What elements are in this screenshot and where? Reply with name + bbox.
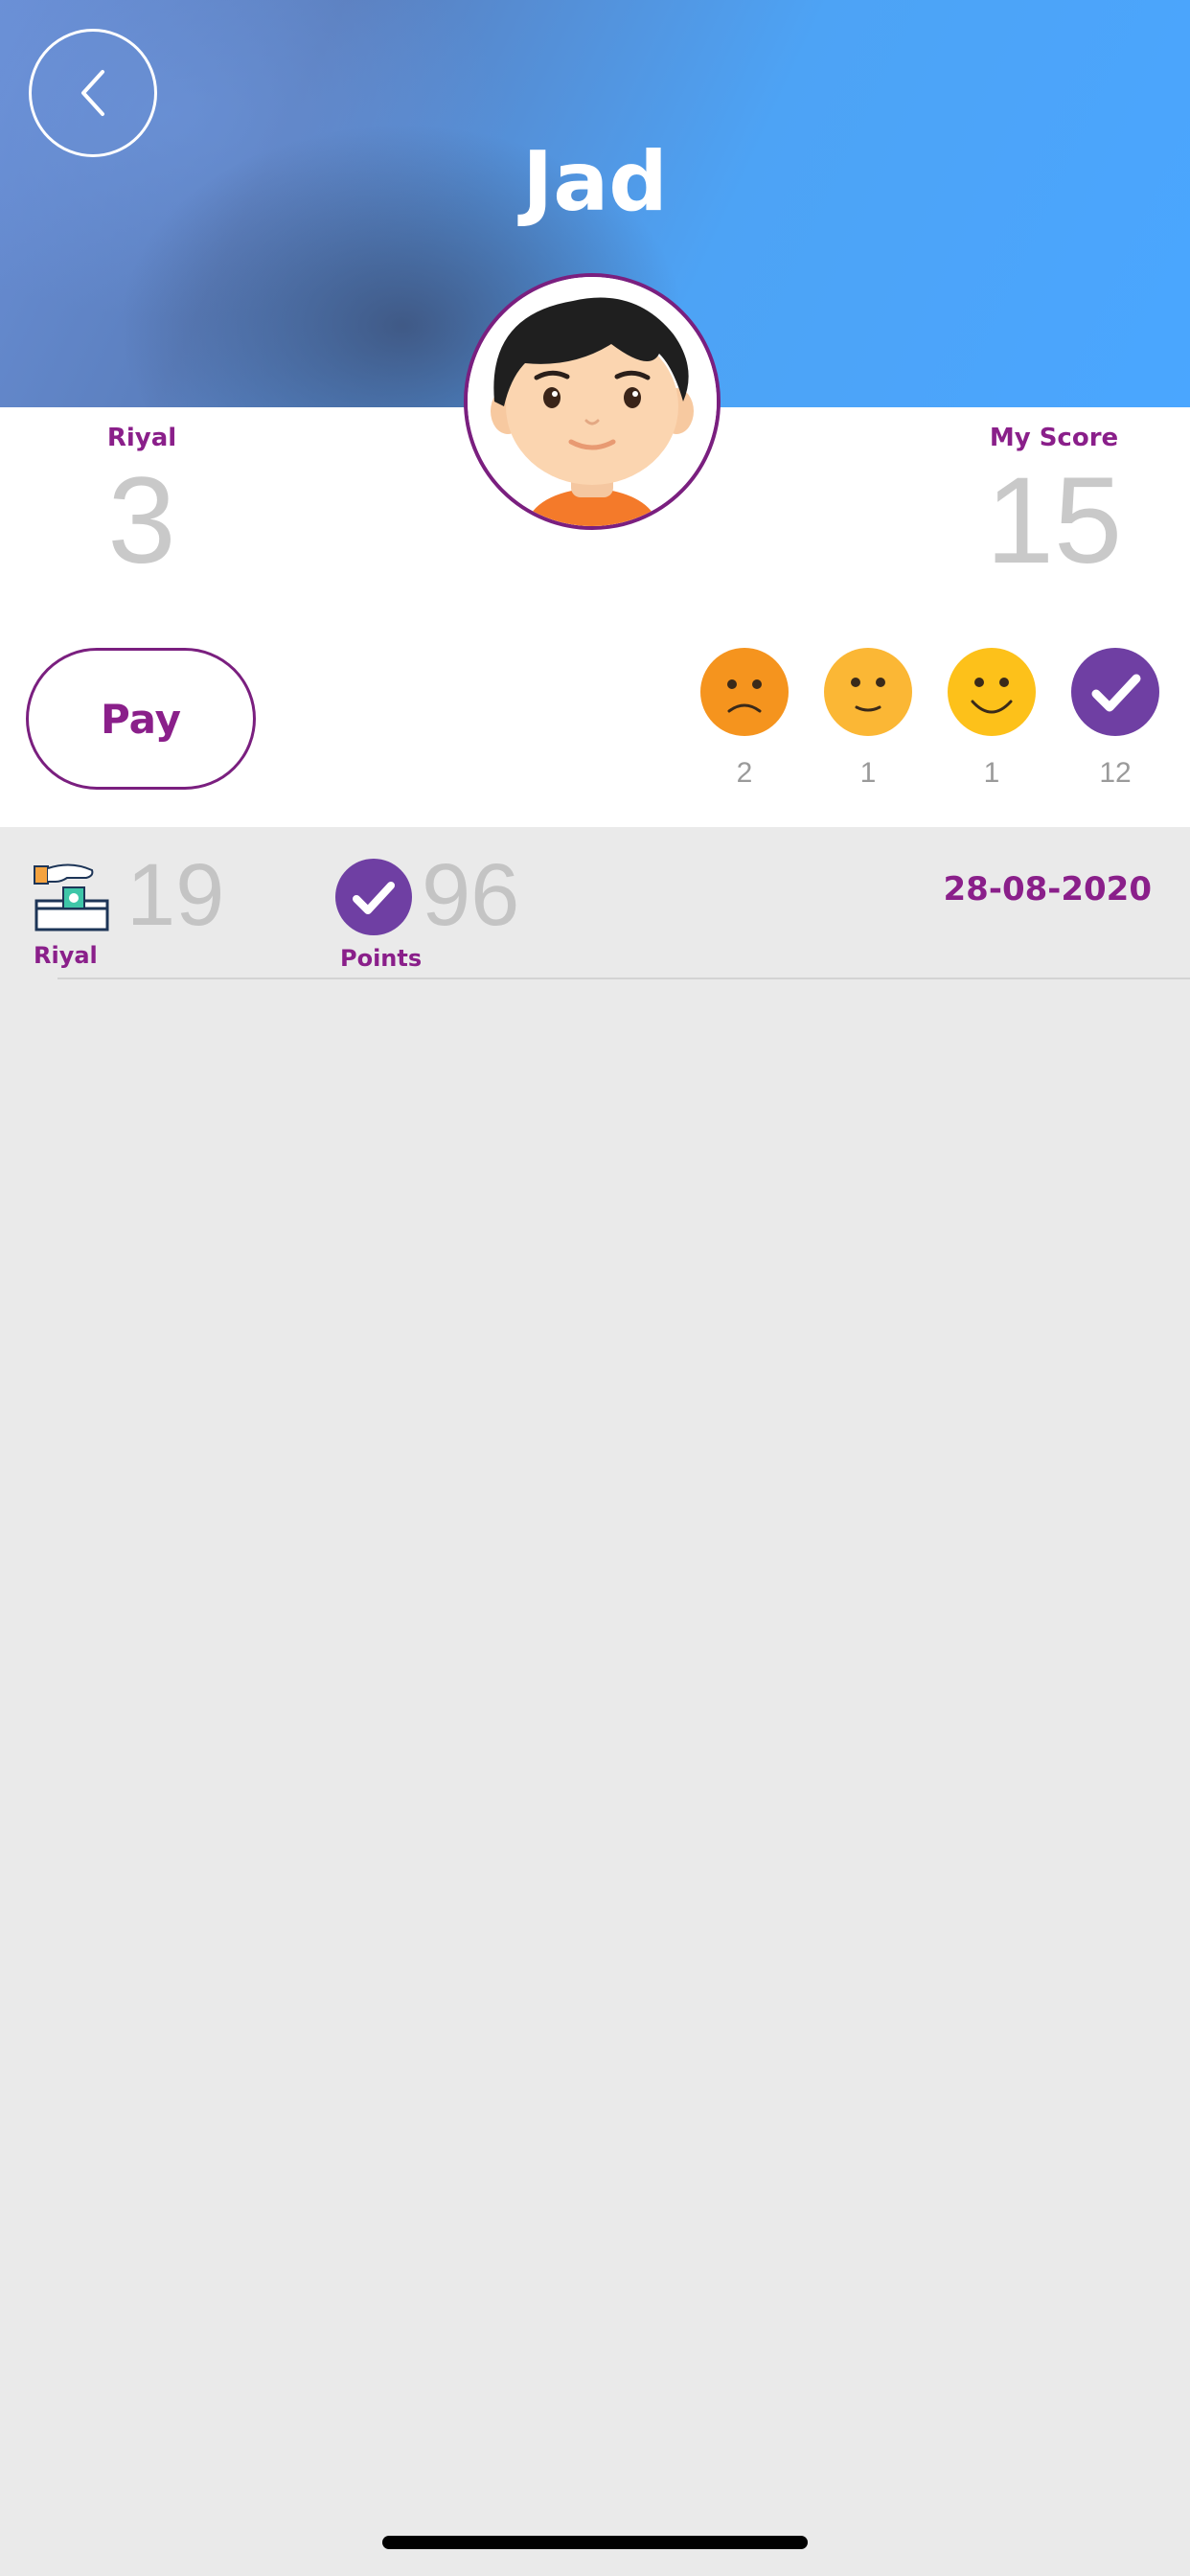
points-check-glyph bbox=[353, 882, 395, 914]
sad-face-glyph bbox=[727, 679, 762, 713]
avatar[interactable] bbox=[464, 273, 721, 530]
sad-count: 2 bbox=[736, 757, 753, 789]
neutral-face-icon[interactable] bbox=[824, 648, 912, 736]
my-score-label: My Score bbox=[989, 424, 1119, 452]
home-indicator[interactable] bbox=[382, 2536, 808, 2549]
summary-date: 28-08-2020 bbox=[943, 870, 1152, 908]
riyal-total-label: Riyal bbox=[34, 942, 98, 969]
neutral-face-glyph bbox=[851, 678, 885, 712]
riyal-total-value: 19 bbox=[126, 846, 225, 944]
riyal-label: Riyal bbox=[106, 424, 177, 452]
sad-face-icon[interactable] bbox=[700, 648, 789, 736]
page-title: Jad bbox=[522, 134, 668, 230]
points-total-value: 96 bbox=[422, 846, 520, 944]
happy-count: 1 bbox=[983, 757, 1000, 789]
happy-face-glyph bbox=[971, 678, 1013, 714]
check-glyph bbox=[1091, 674, 1141, 712]
riyal-value: 3 bbox=[107, 452, 176, 589]
check-icon[interactable] bbox=[1071, 648, 1159, 736]
pay-button[interactable]: Pay bbox=[26, 648, 256, 790]
chevron-left-icon bbox=[81, 70, 104, 116]
happy-face-icon[interactable] bbox=[948, 648, 1036, 736]
donate-money-icon bbox=[34, 863, 109, 932]
check-count: 12 bbox=[1099, 757, 1132, 789]
my-score-value: 15 bbox=[985, 452, 1123, 589]
boy-avatar-icon bbox=[468, 277, 717, 526]
points-check-icon bbox=[335, 859, 412, 935]
neutral-count: 1 bbox=[859, 757, 877, 789]
divider bbox=[57, 978, 1190, 979]
points-total-label: Points bbox=[340, 945, 423, 972]
